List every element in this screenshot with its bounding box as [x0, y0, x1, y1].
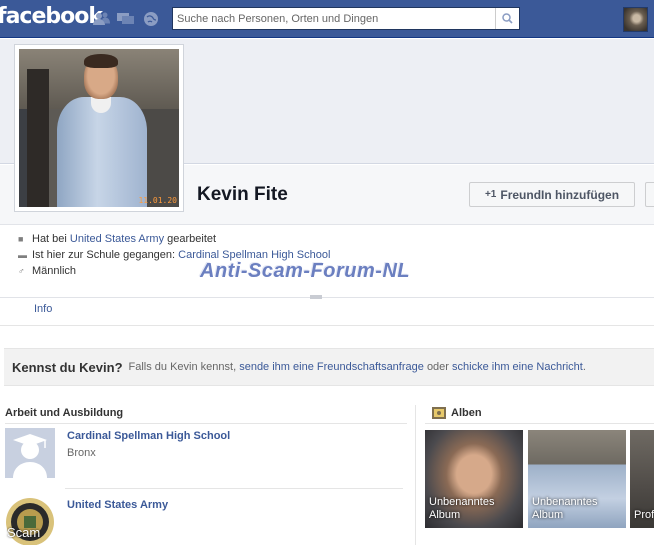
work-item[interactable]: Cardinal Spellman High School Bronx — [5, 428, 405, 480]
work-item-location: Bronx — [67, 447, 96, 459]
album-thumbnail[interactable]: Unbenanntes Album — [425, 430, 523, 528]
photo-timestamp: 11.01.20 — [138, 196, 177, 205]
friends-icon[interactable] — [92, 9, 112, 29]
send-message-link[interactable]: schicke ihm eine Nachricht — [452, 361, 583, 373]
profile-name[interactable]: Kevin Fite — [197, 184, 288, 206]
know-person-title: Kennst du Kevin? — [12, 359, 123, 375]
add-friend-icon: +1 — [484, 189, 497, 200]
search-button[interactable] — [495, 8, 519, 29]
add-friend-label: FreundIn hinzufügen — [500, 187, 620, 202]
tab-indicator — [310, 295, 322, 299]
work-link[interactable]: United States Army — [70, 233, 164, 245]
divider — [425, 423, 654, 424]
photo-album-icon — [432, 407, 446, 419]
album-caption: Prof — [634, 509, 654, 521]
work-section-title: Arbeit und Ausbildung — [5, 407, 124, 419]
scam-stamp: Scam — [7, 525, 41, 540]
army-seal-icon: Scam — [5, 497, 55, 545]
albums-section-title: Alben — [432, 407, 482, 419]
work-item-name[interactable]: United States Army — [67, 499, 168, 511]
facebook-logo[interactable]: facebook — [0, 4, 103, 29]
send-friend-request-link[interactable]: sende ihm eine Freundschaftsanfrage — [239, 361, 424, 373]
divider — [0, 325, 654, 326]
divider — [0, 297, 654, 298]
user-avatar[interactable] — [623, 7, 648, 32]
divider — [5, 423, 407, 424]
profile-picture[interactable]: 11.01.20 — [14, 44, 184, 212]
messages-icon[interactable] — [116, 9, 136, 29]
school-placeholder-icon — [5, 428, 55, 478]
search-input[interactable] — [173, 8, 495, 29]
more-button[interactable] — [645, 182, 654, 207]
profile-photo: 11.01.20 — [19, 49, 179, 207]
album-caption: Unbenanntes Album — [532, 496, 598, 521]
divider — [65, 488, 403, 489]
album-caption: Unbenanntes Album — [429, 496, 495, 521]
search-icon — [502, 13, 513, 24]
add-friend-button[interactable]: +1 FreundIn hinzufügen — [469, 182, 635, 207]
tab-info[interactable]: Info — [34, 303, 52, 315]
briefcase-icon: ■ — [18, 234, 24, 244]
watermark-text: Anti-Scam-Forum-NL — [200, 260, 411, 282]
know-person-banner: Kennst du Kevin? Falls du Kevin kennst, … — [4, 348, 654, 386]
album-thumbnail[interactable]: Unbenanntes Album — [528, 430, 626, 528]
notifications-icon[interactable] — [141, 9, 161, 29]
search-box — [172, 7, 520, 30]
school-icon: ▬ — [18, 250, 27, 260]
gender-icon: ♂ — [18, 266, 25, 276]
album-thumbnail[interactable]: Prof — [630, 430, 654, 528]
column-divider — [415, 405, 416, 545]
about-work: ■ Hat bei United States Army gearbeitet — [18, 233, 217, 245]
work-item[interactable]: Scam United States Army — [5, 497, 405, 545]
work-item-name[interactable]: Cardinal Spellman High School — [67, 430, 230, 442]
top-bar: facebook — [0, 0, 654, 38]
